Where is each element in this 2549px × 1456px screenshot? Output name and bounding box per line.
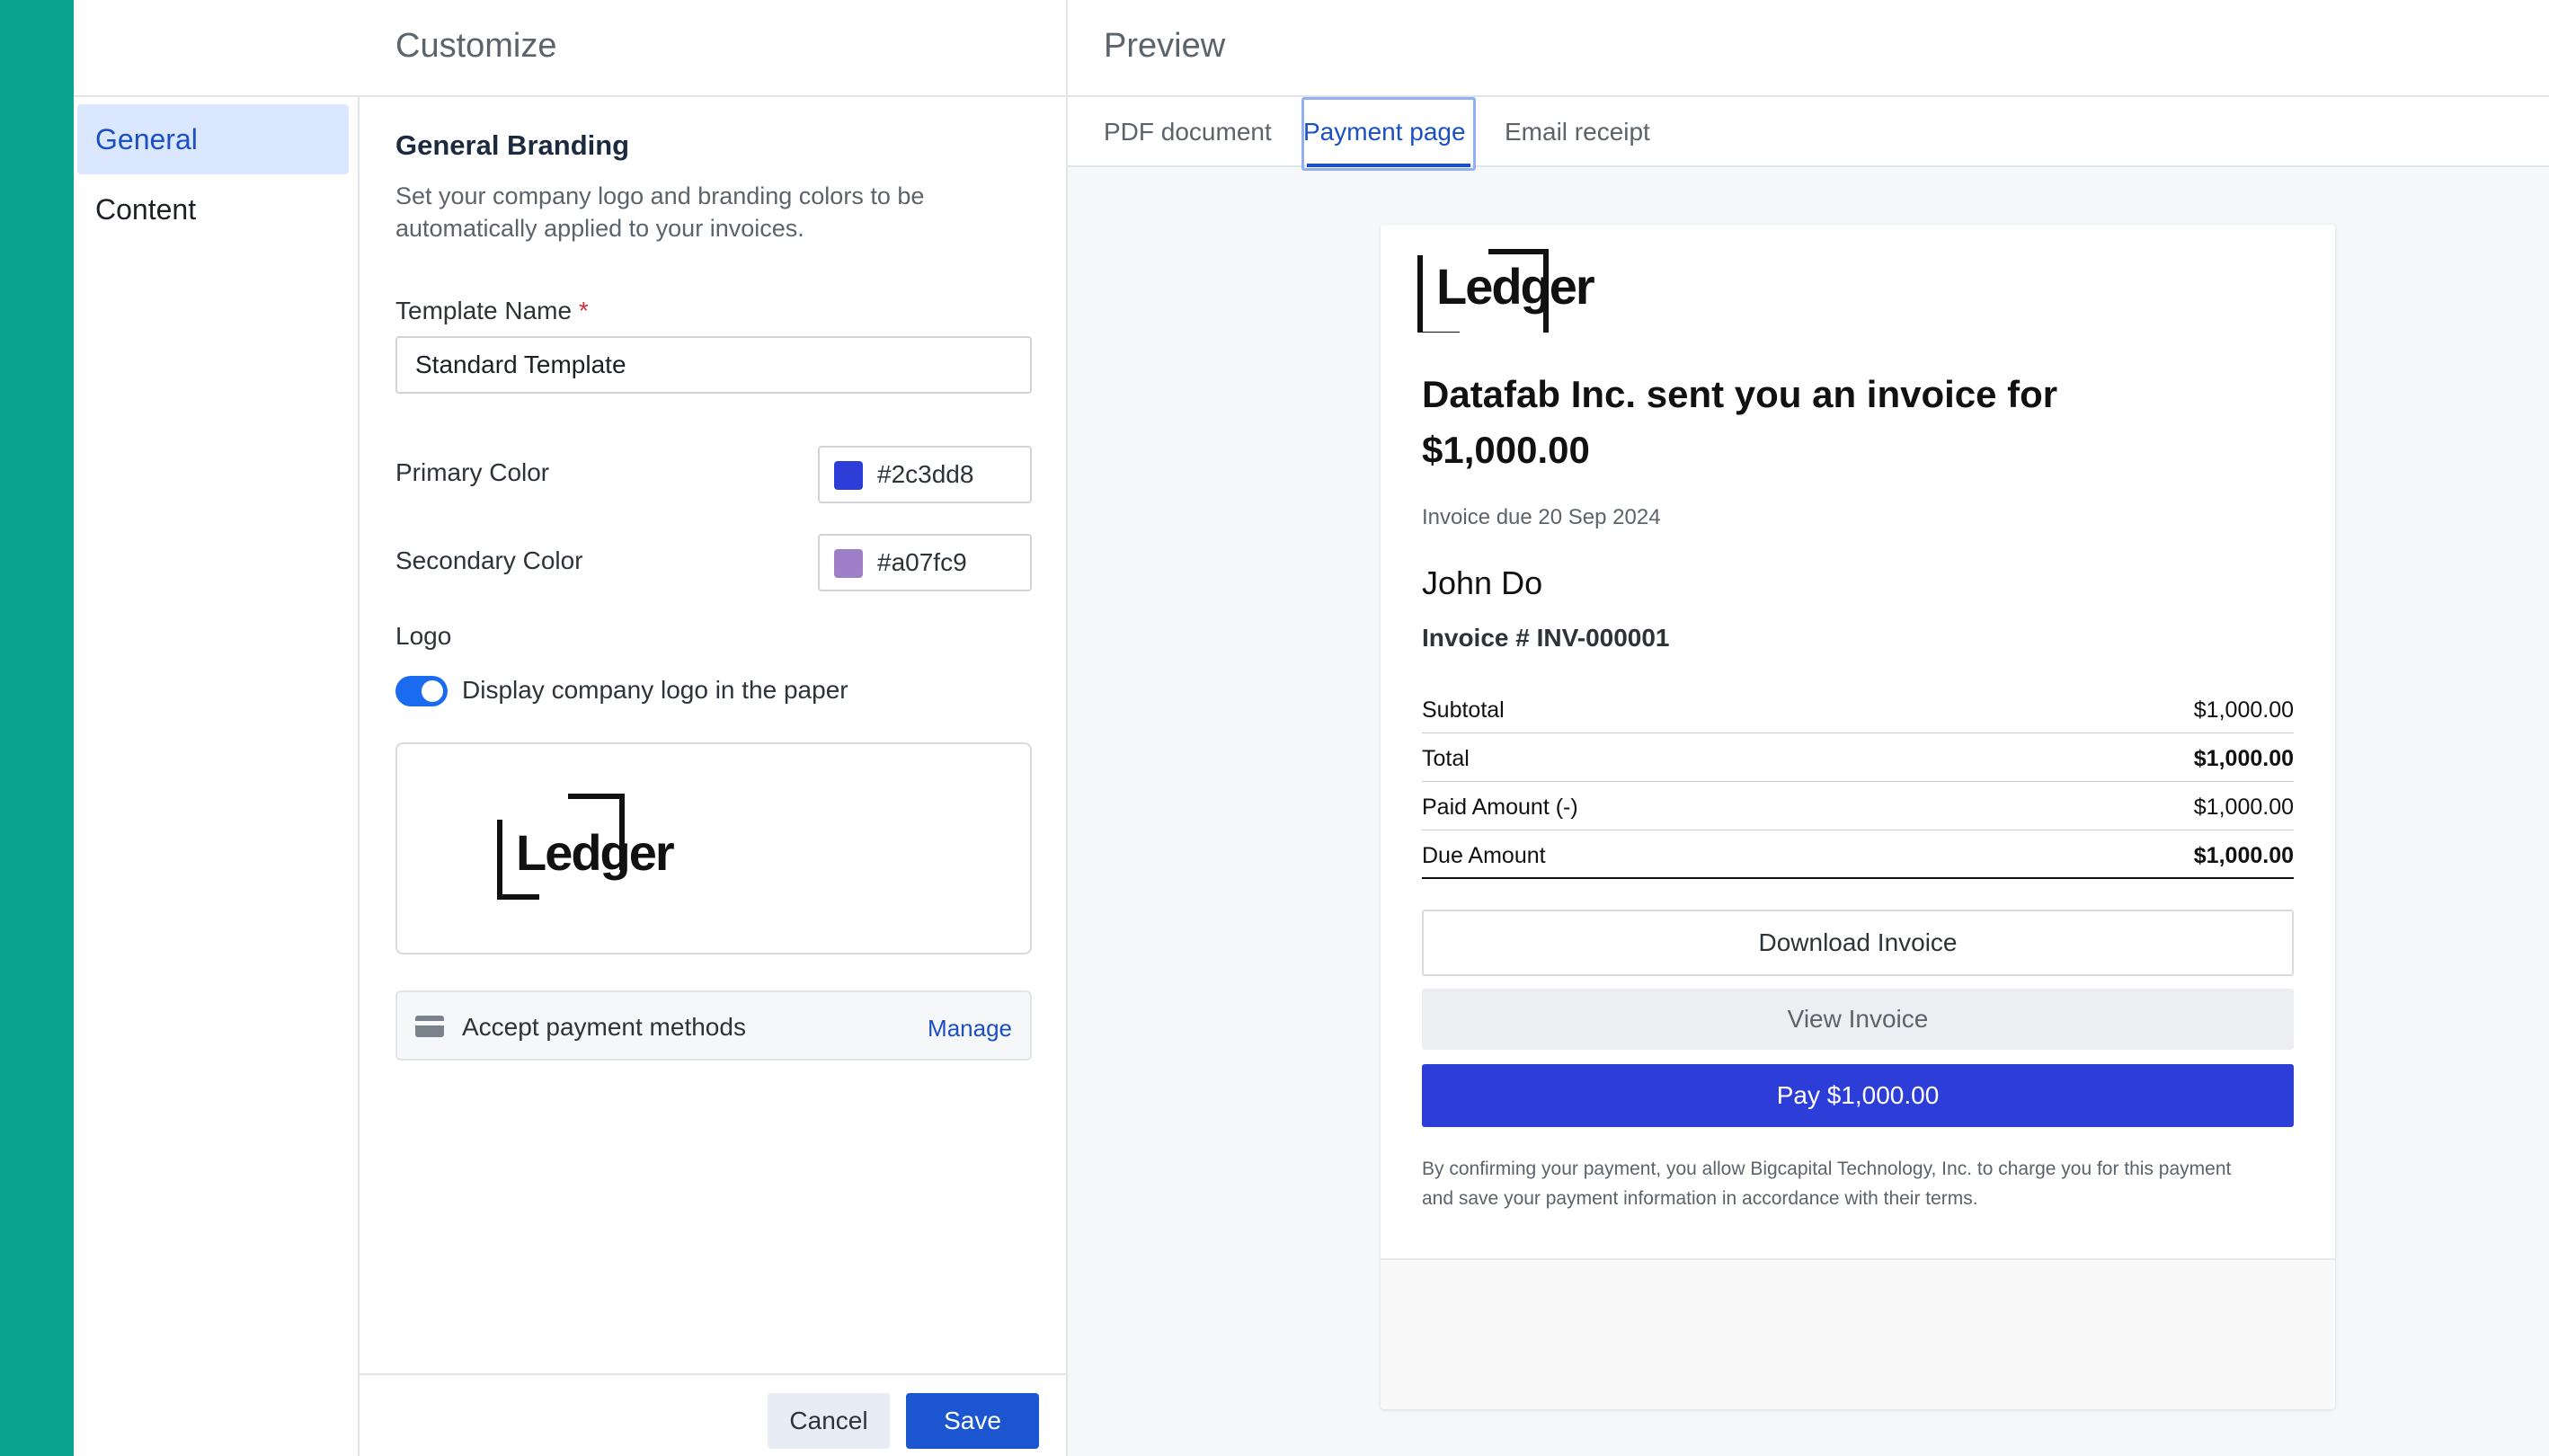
cancel-button[interactable]: Cancel: [768, 1393, 890, 1449]
customize-side-nav: General Content: [74, 97, 360, 1456]
row-label: Subtotal: [1422, 697, 1505, 723]
tab-payment-page[interactable]: Payment page: [1303, 97, 1466, 167]
logo-label: Logo: [395, 622, 452, 650]
primary-color-label: Primary Color: [395, 458, 550, 486]
invoice-logo-text: Ledger: [1436, 258, 1594, 315]
totals-row-paid: Paid Amount (-) $1,000.00: [1422, 782, 2294, 830]
row-value: $1,000.00: [2193, 843, 2294, 868]
active-tab-indicator: [1307, 164, 1470, 167]
secondary-color-swatch[interactable]: [834, 549, 863, 578]
app-accent-strip: [0, 0, 74, 1456]
ledger-logo: Ledger: [497, 794, 676, 900]
preview-panel: Preview PDF document Payment page Email …: [1068, 0, 2549, 1456]
secondary-color-value: #a07fc9: [877, 548, 967, 576]
row-label: Due Amount: [1422, 843, 1546, 868]
primary-color-value: #2c3dd8: [877, 460, 974, 488]
customize-title: Customize: [395, 27, 557, 65]
required-mark: *: [578, 297, 589, 324]
preview-title: Preview: [1104, 27, 1226, 65]
row-value: $1,000.00: [2193, 795, 2294, 820]
toggle-knob: [422, 680, 443, 702]
section-title: General Branding: [395, 129, 630, 161]
logo-upload-area[interactable]: Ledger: [395, 742, 1032, 954]
primary-color-swatch[interactable]: [834, 461, 863, 490]
tab-pdf-document[interactable]: PDF document: [1104, 97, 1272, 167]
invoice-due-date: Invoice due 20 Sep 2024: [1422, 505, 1661, 529]
view-invoice-button[interactable]: View Invoice: [1422, 989, 2294, 1050]
preview-header: Preview: [1068, 0, 2549, 97]
totals-row-due: Due Amount $1,000.00: [1422, 830, 2294, 879]
customize-header: Customize: [74, 0, 1066, 97]
secondary-color-field[interactable]: #a07fc9: [818, 534, 1032, 591]
row-divider: [1422, 877, 2294, 879]
invoice-headline: Datafab Inc. sent you an invoice for $1,…: [1422, 373, 2058, 471]
manage-payment-link[interactable]: Manage: [928, 1015, 1012, 1043]
row-value: $1,000.00: [2193, 697, 2294, 723]
totals-row-total: Total $1,000.00: [1422, 733, 2294, 782]
payment-methods-label: Accept payment methods: [462, 1013, 746, 1041]
nav-item-content[interactable]: Content: [77, 174, 349, 244]
invoice-number: Invoice # INV-000001: [1422, 624, 1670, 652]
invoice-customer-name: John Do: [1422, 564, 1543, 601]
template-name-label: Template Name *: [395, 297, 589, 325]
payment-methods-box: Accept payment methods Manage: [395, 990, 1032, 1061]
section-description: Set your company logo and branding color…: [395, 182, 925, 242]
preview-tabs: PDF document Payment page Email receipt: [1068, 97, 2549, 171]
save-button[interactable]: Save: [906, 1393, 1039, 1449]
display-logo-toggle-label: Display company logo in the paper: [462, 676, 848, 704]
tab-email-receipt[interactable]: Email receipt: [1505, 97, 1650, 167]
credit-card-icon: [415, 1016, 444, 1037]
row-value: $1,000.00: [2193, 746, 2294, 771]
pay-button[interactable]: Pay $1,000.00: [1422, 1064, 2294, 1127]
template-name-input[interactable]: [395, 336, 1032, 394]
ledger-logo-text: Ledger: [516, 824, 674, 881]
display-logo-toggle[interactable]: [395, 676, 448, 706]
row-label: Total: [1422, 746, 1470, 771]
customize-panel: Customize General Content General Brandi…: [74, 0, 1068, 1456]
nav-item-general[interactable]: General: [77, 104, 349, 174]
totals-row-subtotal: Subtotal $1,000.00: [1422, 685, 2294, 733]
download-invoice-button[interactable]: Download Invoice: [1422, 910, 2294, 976]
ledger-logo: Ledger: [1417, 249, 1596, 333]
card-footer-area: [1381, 1260, 2335, 1409]
secondary-color-label: Secondary Color: [395, 546, 583, 574]
payment-terms-text: By confirming your payment, you allow Bi…: [1422, 1159, 2232, 1209]
template-name-label-text: Template Name: [395, 297, 573, 324]
invoice-preview-card: Ledger Datafab Inc. sent you an invoice …: [1381, 225, 2335, 1409]
row-label: Paid Amount (-): [1422, 795, 1578, 820]
primary-color-field[interactable]: #2c3dd8: [818, 446, 1032, 503]
